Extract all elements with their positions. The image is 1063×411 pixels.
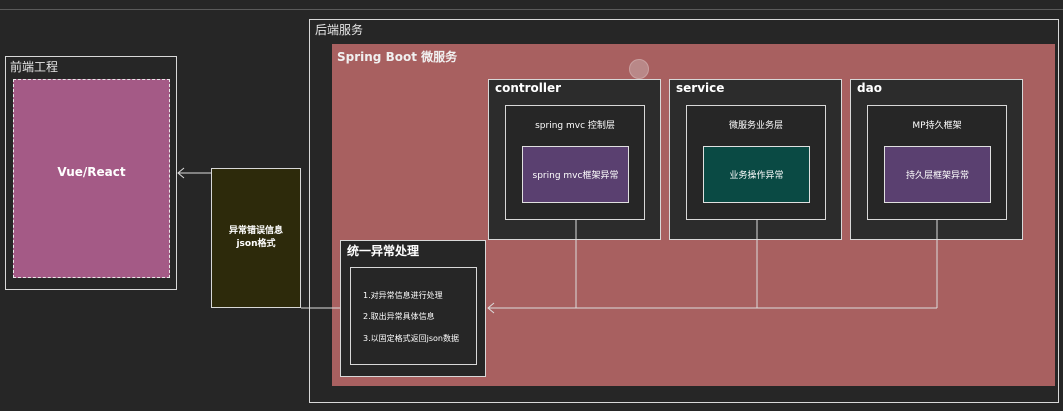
connector-lines [177, 167, 938, 314]
